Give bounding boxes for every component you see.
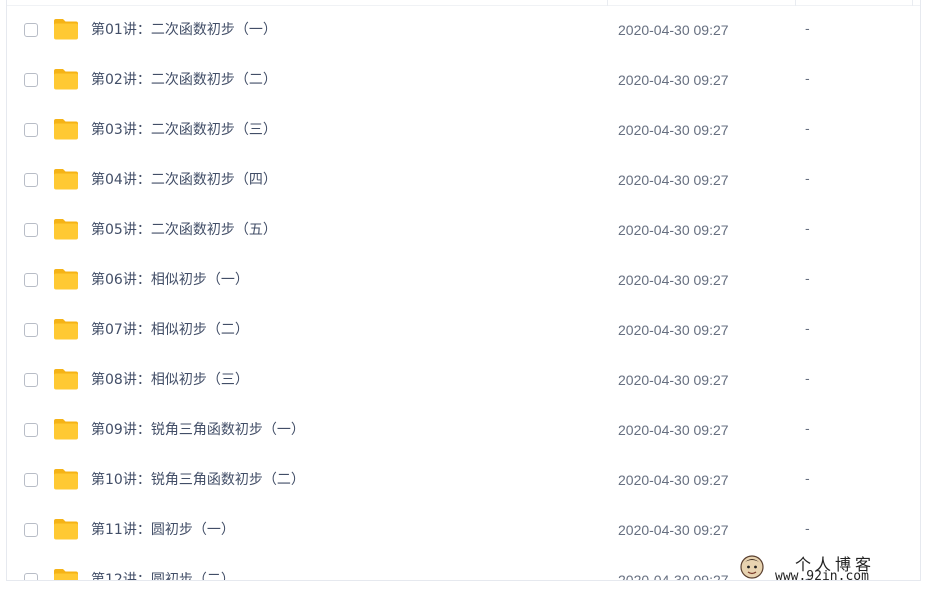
- checkbox-icon[interactable]: [24, 323, 38, 337]
- file-row[interactable]: 第11讲：圆初步（一） 2020-04-30 09:27 -: [7, 505, 920, 555]
- folder-icon[interactable]: [53, 268, 79, 290]
- file-name[interactable]: 第03讲：二次函数初步（三）: [91, 120, 277, 140]
- file-row[interactable]: 第01讲：二次函数初步（一） 2020-04-30 09:27 -: [7, 5, 920, 55]
- file-name[interactable]: 第10讲：锐角三角函数初步（二）: [91, 470, 305, 490]
- file-size: -: [805, 172, 810, 187]
- file-modified-date: 2020-04-30 09:27: [618, 472, 729, 488]
- file-row[interactable]: 第08讲：相似初步（三） 2020-04-30 09:27 -: [7, 355, 920, 405]
- file-modified-date: 2020-04-30 09:27: [618, 522, 729, 538]
- folder-icon[interactable]: [53, 218, 79, 240]
- folder-icon[interactable]: [53, 68, 79, 90]
- file-size: -: [805, 22, 810, 37]
- file-list: 第01讲：二次函数初步（一） 2020-04-30 09:27- 第02讲：二次函数…: [7, 5, 920, 581]
- folder-icon[interactable]: [53, 468, 79, 490]
- file-name[interactable]: 第05讲：二次函数初步（五）: [91, 220, 277, 240]
- checkbox-icon[interactable]: [24, 423, 38, 437]
- file-modified-date: 2020-04-30 09:27: [618, 22, 729, 38]
- folder-icon[interactable]: [53, 518, 79, 540]
- avatar-icon: [740, 555, 764, 579]
- file-size: -: [805, 72, 810, 87]
- file-size: -: [805, 122, 810, 137]
- file-modified-date: 2020-04-30 09:27: [618, 272, 729, 288]
- file-row[interactable]: 第05讲：二次函数初步（五） 2020-04-30 09:27 -: [7, 205, 920, 255]
- file-row[interactable]: 第09讲：锐角三角函数初步（一） 2020-04-30 09:27 -: [7, 405, 920, 455]
- checkbox-icon[interactable]: [24, 273, 38, 287]
- watermark: 个人博客 www.92in.com: [735, 550, 920, 586]
- file-size: -: [805, 322, 810, 337]
- file-row[interactable]: 第03讲：二次函数初步（三） 2020-04-30 09:27 -: [7, 105, 920, 155]
- file-modified-date: 2020-04-30 09:27: [618, 322, 729, 338]
- file-name[interactable]: 第02讲：二次函数初步（二）: [91, 70, 277, 90]
- watermark-url: www.92in.com: [775, 569, 869, 584]
- file-row[interactable]: 第10讲：锐角三角函数初步（二） 2020-04-30 09:27 -: [7, 455, 920, 505]
- file-name[interactable]: 第01讲：二次函数初步（一）: [91, 20, 277, 40]
- file-name[interactable]: 第08讲：相似初步（三）: [91, 370, 249, 390]
- checkbox-icon[interactable]: [24, 523, 38, 537]
- file-modified-date: 2020-04-30 09:27: [618, 72, 729, 88]
- file-size: -: [805, 272, 810, 287]
- file-size: -: [805, 472, 810, 487]
- folder-icon[interactable]: [53, 118, 79, 140]
- checkbox-icon[interactable]: [24, 123, 38, 137]
- file-modified-date: 2020-04-30 09:27: [618, 172, 729, 188]
- file-name[interactable]: 第11讲：圆初步（一）: [91, 520, 235, 540]
- file-modified-date: 2020-04-30 09:27: [618, 572, 729, 581]
- checkbox-icon[interactable]: [24, 223, 38, 237]
- checkbox-icon[interactable]: [24, 73, 38, 87]
- folder-icon[interactable]: [53, 368, 79, 390]
- file-row[interactable]: 第04讲：二次函数初步（四） 2020-04-30 09:27 -: [7, 155, 920, 205]
- file-modified-date: 2020-04-30 09:27: [618, 372, 729, 388]
- folder-icon[interactable]: [53, 568, 79, 581]
- file-name[interactable]: 第04讲：二次函数初步（四）: [91, 170, 277, 190]
- folder-icon[interactable]: [53, 418, 79, 440]
- file-modified-date: 2020-04-30 09:27: [618, 422, 729, 438]
- folder-icon[interactable]: [53, 168, 79, 190]
- file-modified-date: 2020-04-30 09:27: [618, 122, 729, 138]
- checkbox-icon[interactable]: [24, 573, 38, 580]
- checkbox-icon[interactable]: [24, 173, 38, 187]
- checkbox-icon[interactable]: [24, 473, 38, 487]
- checkbox-icon[interactable]: [24, 23, 38, 37]
- file-row[interactable]: 第02讲：二次函数初步（二） 2020-04-30 09:27 -: [7, 55, 920, 105]
- checkbox-icon[interactable]: [24, 373, 38, 387]
- file-name[interactable]: 第12讲：圆初步（二）: [91, 570, 235, 580]
- file-name[interactable]: 第07讲：相似初步（二）: [91, 320, 249, 340]
- file-name[interactable]: 第09讲：锐角三角函数初步（一）: [91, 420, 305, 440]
- file-name[interactable]: 第06讲：相似初步（一）: [91, 270, 249, 290]
- file-row[interactable]: 第06讲：相似初步（一） 2020-04-30 09:27 -: [7, 255, 920, 305]
- file-list-panel: 第01讲：二次函数初步（一） 2020-04-30 09:27- 第02讲：二次函数…: [6, 0, 921, 581]
- file-size: -: [805, 372, 810, 387]
- file-size: -: [805, 422, 810, 437]
- folder-icon[interactable]: [53, 318, 79, 340]
- file-size: -: [805, 522, 810, 537]
- file-row[interactable]: 第07讲：相似初步（二） 2020-04-30 09:27 -: [7, 305, 920, 355]
- folder-icon[interactable]: [53, 18, 79, 40]
- file-modified-date: 2020-04-30 09:27: [618, 222, 729, 238]
- file-size: -: [805, 222, 810, 237]
